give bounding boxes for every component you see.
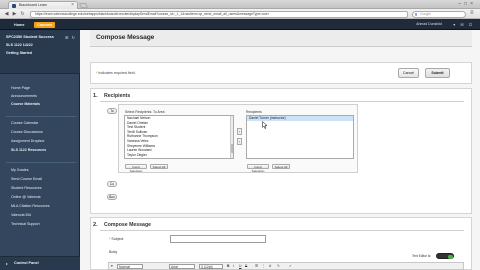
underline-icon[interactable]: U [239,264,241,268]
move-right-button[interactable]: › [237,128,242,135]
cancel-button[interactable]: Cancel [398,68,419,78]
subject-label: * Subject [109,237,123,241]
sidebar-divider [6,116,76,117]
move-left-button[interactable]: ‹ [237,138,242,145]
bold-icon[interactable]: B [227,264,229,268]
bb-top-nav: Home Courses Ahmad Dunsfold ▾ ✉ ⏻ [0,19,480,30]
sidebar-item-sls-resources[interactable]: SLS 1122 Resources [11,148,46,152]
size-select[interactable]: 3 (12pt) [199,264,223,269]
tab-home[interactable]: Home [11,22,28,28]
browser-menu-icon[interactable]: ≡ [470,10,474,16]
back-icon[interactable]: ◀ [3,11,10,18]
invert-selection-button-left[interactable]: Invert Selection [125,164,147,173]
list-scrollbar[interactable] [230,116,233,158]
sidebar-item-valencia-id[interactable]: Valencia ID# [11,213,31,217]
reload-icon[interactable]: ↻ [19,11,26,18]
tab-courses[interactable]: Courses [34,21,56,28]
list-icon[interactable]: ☰ [255,264,258,268]
spellcheck-icon[interactable]: ✓ [289,264,292,268]
sidebar-item-getting-started[interactable]: Getting Started [6,51,74,55]
sidebar-item-online[interactable]: Online @ Valencia [11,195,41,199]
editor-mode-label: Text Editor is: [412,254,432,258]
font-select[interactable]: Arial [169,264,195,269]
toggle-knob [448,254,453,259]
mouse-cursor-icon [262,121,267,129]
sidebar-item-course-discussions[interactable]: Course Discussions [11,130,43,134]
invert-selection-button-right[interactable]: Invert Selection [247,164,269,173]
section-number: 1. [93,93,98,99]
format-select[interactable]: Normal [117,264,143,269]
select-all-button-left[interactable]: Select All [150,164,168,169]
browser-toolbar: ◀ ▶ ↻ https://learn.valenciacollege.edu/… [0,9,480,19]
page-title: Compose Message [96,34,155,41]
new-tab-button[interactable] [79,3,88,8]
list-item[interactable]: Taylor Zlegler [125,153,233,158]
sidebar-item-mla[interactable]: MLA Citation Resources [11,204,50,208]
search-box[interactable]: g Google [412,10,466,18]
sidebar-item-my-grades[interactable]: My Grades [11,168,29,172]
subject-input[interactable] [170,235,266,243]
browser-tab[interactable]: Blackboard Learn × [8,1,78,9]
required-note-text: Indicates required field. [98,71,136,75]
sidebar-item-course-materials[interactable]: Course Materials [11,102,40,106]
sidebar-item-tech-support[interactable]: Technical Support [11,222,40,226]
chevron-right-icon: ▸ [6,260,9,266]
control-panel[interactable]: ▸ Control Panel [0,256,80,270]
sidebar-item-assignment-dropbox[interactable]: Assignment Dropbox [11,139,44,143]
numbered-list-icon[interactable]: ⋮ [262,264,265,268]
bb-header-icons[interactable]: ▾ ✉ ⏻ [453,22,474,27]
strikethrough-icon[interactable]: S [245,264,247,268]
browser-tabbar: Blackboard Learn × –□× [0,0,480,9]
address-bar[interactable]: https://learn.valenciacollege.edu/webapp… [30,10,408,18]
course-header: SPC2350 Student Success SLS 1122 14222 G… [0,30,80,74]
sidebar-item-send-email[interactable]: Send Course Email [11,177,42,181]
section-divider [100,101,464,102]
course-title[interactable]: SPC2350 Student Success [6,35,66,40]
tab-title: Blackboard Learn [19,3,48,7]
highlight-icon[interactable]: ✎ [277,264,280,268]
toolbar-collapse-icon[interactable]: ▾ [111,264,113,268]
sidebar-divider [6,162,76,163]
user-name[interactable]: Ahmad Dunsfold [416,22,442,26]
scrollbar-thumb[interactable] [231,144,233,153]
forward-icon[interactable]: ▶ [11,11,18,18]
course-code[interactable]: SLS 1122 14222 [6,43,74,47]
subject-label-text: Subject [111,237,124,241]
favicon-icon [12,4,16,8]
bcc-button[interactable]: Bcc [107,194,117,200]
close-tab-icon[interactable]: × [71,2,74,9]
text-color-icon[interactable]: A [269,264,271,268]
search-placeholder: Google [420,11,431,16]
sidebar-item-announcements[interactable]: Announcements [11,94,37,98]
section-title: Recipients [104,93,131,99]
control-panel-label: Control Panel [14,261,39,265]
available-recipients-list[interactable]: Nachael Nelson Daniel Ortelan Test Stude… [124,115,234,159]
sidebar-item-course-calendar[interactable]: Course Calendar [11,121,38,125]
sidebar-item-student-resources[interactable]: Student Resources [11,186,42,190]
course-menu-options-icon[interactable]: ⊞ ↻ [65,35,76,40]
selected-list-label: Recipients [246,110,262,114]
section-divider [100,230,464,231]
sidebar-item-home-page[interactable]: Home Page [11,86,30,90]
list-item[interactable]: Daniel Turner (Instructor) [247,116,353,121]
submit-button[interactable]: Submit [425,68,450,78]
required-note: * Indicates required field. [96,71,136,75]
section-title: Compose Message [104,222,151,228]
to-button[interactable]: To [107,108,117,114]
editor-toolbar: ▾ Normal Arial 3 (12pt) B I U S ☰ ⋮ A ✎ … [108,262,464,270]
section-number: 2. [93,222,98,228]
cc-button[interactable]: Cc [107,181,117,187]
italic-icon[interactable]: I [233,264,234,268]
select-all-button-right[interactable]: Select All [272,164,290,169]
body-label: Body [109,250,118,254]
editor-toggle[interactable] [436,253,454,259]
available-list-label: Select Recipients: To Area [125,110,165,114]
google-search-icon: g [415,11,418,16]
window-controls[interactable]: –□× [458,1,476,7]
course-menu: SPC2350 Student Success SLS 1122 14222 G… [0,30,80,270]
